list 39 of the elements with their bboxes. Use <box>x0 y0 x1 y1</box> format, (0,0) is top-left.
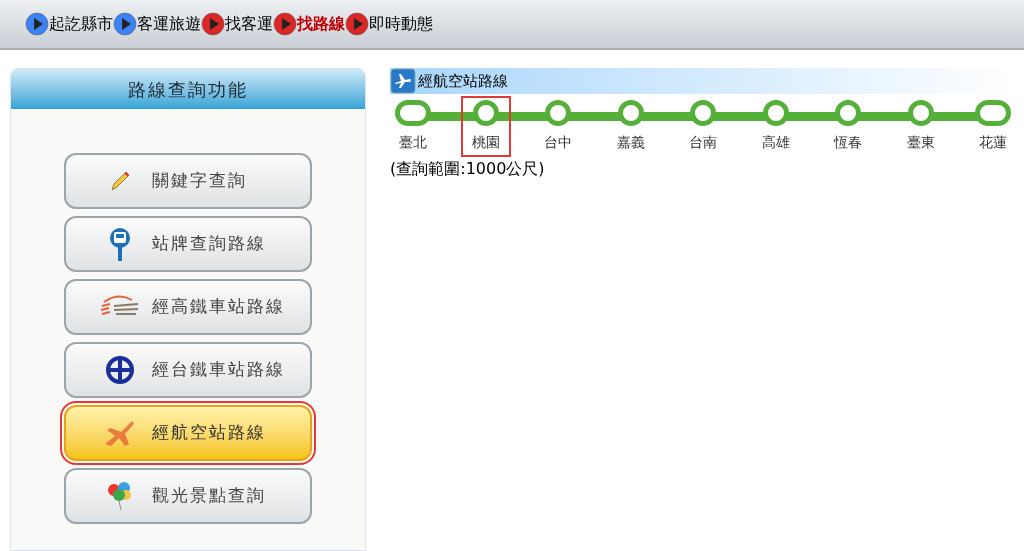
nav-link[interactable]: 客運旅遊 <box>113 12 201 36</box>
menu-button[interactable]: 經台鐵車站路線 <box>64 342 312 398</box>
station-label: 恆春 <box>834 133 862 152</box>
nav-link[interactable]: 即時動態 <box>345 12 433 36</box>
station-node-icon <box>975 100 1011 126</box>
nav-link[interactable]: 起訖縣市 <box>25 12 113 36</box>
station-stop[interactable]: 恆春 <box>825 98 871 155</box>
nav-link[interactable]: 找客運 <box>201 12 273 36</box>
station-stop[interactable]: 臺北 <box>390 98 436 155</box>
station-node-icon <box>395 100 431 126</box>
station-label: 台中 <box>544 133 572 152</box>
station-stop[interactable]: 桃園 <box>462 98 509 155</box>
station-label: 台南 <box>689 133 717 152</box>
station-label: 嘉義 <box>616 133 645 152</box>
station-stop[interactable]: 嘉義 <box>607 98 654 155</box>
station-stop[interactable]: 臺東 <box>897 98 944 155</box>
panel-title: 路線查詢功能 <box>128 77 248 102</box>
station-label: 臺東 <box>906 133 935 152</box>
section-title: 經航空站路線 <box>418 70 508 92</box>
station-label: 花蓮 <box>979 133 1007 152</box>
station-stop[interactable]: 高雄 <box>752 98 799 155</box>
menu-button[interactable]: 關鍵字查詢 <box>64 153 312 209</box>
pencil-icon <box>108 169 132 193</box>
menu-button[interactable]: 經高鐵車站路線 <box>64 279 312 335</box>
nav-link[interactable]: 找路線 <box>273 12 345 36</box>
railway-logo-icon <box>105 355 135 385</box>
station-label: 高雄 <box>761 133 790 152</box>
menu-button[interactable]: 觀光景點查詢 <box>64 468 312 524</box>
balloons-icon <box>106 481 134 511</box>
bus-stop-icon <box>109 227 131 261</box>
range-note: (查詢範圍:1000公尺) <box>390 158 546 180</box>
plane-icon <box>390 68 416 94</box>
menu-button[interactable]: 站牌查詢路線 <box>64 216 312 272</box>
station-stop[interactable]: 花蓮 <box>970 98 1016 155</box>
station-stop[interactable]: 台南 <box>680 98 726 155</box>
station-label: 桃園 <box>471 133 500 152</box>
station-label: 臺北 <box>399 133 427 152</box>
plane-icon <box>103 418 137 448</box>
station-stop[interactable]: 台中 <box>535 98 581 155</box>
